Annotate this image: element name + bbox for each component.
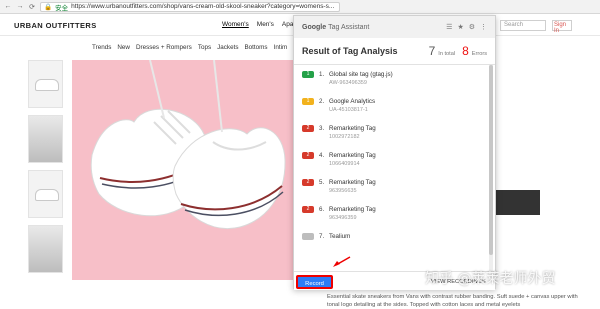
product-thumbnail[interactable] <box>28 60 63 108</box>
tag-id: 963496359 <box>329 215 357 221</box>
tag-row-remarketing[interactable]: 2 4. Remarketing Tag 1066409914 <box>294 146 491 173</box>
tag-name: Global site tag (gtag.js) <box>329 71 393 78</box>
secure-label: 安全 <box>55 4 69 12</box>
star-icon[interactable]: ★ <box>457 23 463 31</box>
site-logo[interactable]: URBAN OUTFITTERS <box>14 21 97 30</box>
tag-number: 3. <box>319 125 325 132</box>
total-label: In total <box>438 50 456 57</box>
tag-info: Remarketing Tag 1066409914 <box>329 152 376 168</box>
nav-womens[interactable]: Women's <box>222 21 249 28</box>
nav-mens[interactable]: Men's <box>257 21 274 28</box>
panel-scrollbar[interactable] <box>489 65 493 271</box>
result-title: Result of Tag Analysis <box>302 46 398 56</box>
errors-label: Errors <box>471 50 487 57</box>
browser-toolbar: ← → ⟳ 🔒 安全 https://www.urbanoutfitters.c… <box>0 0 600 14</box>
tag-status-badge: 2 <box>302 206 314 213</box>
tag-info: Tealium <box>329 233 350 241</box>
tag-status-badge: 2 <box>302 125 314 132</box>
tag-id: UA-45103817-1 <box>329 107 368 113</box>
video-thumbnail[interactable] <box>495 190 540 215</box>
tag-number: 2. <box>319 98 325 105</box>
url-text: https://www.urbanoutfitters.com/shop/van… <box>71 3 335 10</box>
tag-id: AW-963496359 <box>329 80 367 86</box>
product-thumbnail[interactable] <box>28 115 63 163</box>
tag-info: Google Analytics UA-45103817-1 <box>329 98 375 114</box>
tag-name: Remarketing Tag <box>329 206 376 213</box>
tag-number: 1. <box>319 71 325 78</box>
sign-in-button[interactable]: Sign In <box>552 20 572 34</box>
tag-status-badge: 1 <box>302 98 314 105</box>
filter-icon[interactable]: ☰ <box>446 23 452 31</box>
tag-status-badge: 2 <box>302 179 314 186</box>
tag-row-remarketing[interactable]: 2 3. Remarketing Tag 1002972182 <box>294 119 491 146</box>
watermark-text: 知乎 @莱莱老师外贸 <box>425 271 556 287</box>
panel-brand-name: Tag Assistant <box>328 23 370 31</box>
more-icon[interactable]: ⋮ <box>480 23 487 31</box>
category-item[interactable]: New <box>117 44 130 51</box>
category-item[interactable]: Bottoms <box>244 44 267 51</box>
tag-status-badge: 1 <box>302 71 314 78</box>
category-item[interactable]: Jackets <box>217 44 238 51</box>
tag-id: 963956635 <box>329 188 357 194</box>
panel-header: Google Tag Assistant ☰ ★ ⚙ ⋮ <box>294 16 495 38</box>
tag-row-global-site-tag[interactable]: 1 1. Global site tag (gtag.js) AW-963496… <box>294 65 491 92</box>
tag-row-tealium[interactable]: 7. Tealium <box>294 227 491 254</box>
panel-header-icons: ☰ ★ ⚙ ⋮ <box>446 23 495 31</box>
back-icon[interactable]: ← <box>4 3 12 11</box>
top-nav: Women's Men's Apar <box>222 21 296 28</box>
tag-name: Google Analytics <box>329 98 376 105</box>
tag-status-badge: 2 <box>302 152 314 159</box>
lock-icon: 🔒 <box>44 3 53 11</box>
tag-info: Remarketing Tag 963956635 <box>329 179 376 195</box>
result-summary: Result of Tag Analysis 7 In total 8 Erro… <box>294 38 495 65</box>
category-item[interactable]: Tops <box>198 44 211 51</box>
tag-name: Remarketing Tag <box>329 125 376 132</box>
tag-name: Remarketing Tag <box>329 152 376 159</box>
tag-info: Global site tag (gtag.js) AW-963496359 <box>329 71 393 87</box>
forward-icon[interactable]: → <box>16 3 24 11</box>
category-item[interactable]: Trends <box>92 44 111 51</box>
tag-number: 4. <box>319 152 325 159</box>
product-hero-image[interactable] <box>72 60 297 280</box>
address-bar[interactable]: 🔒 安全 https://www.urbanoutfitters.com/sho… <box>40 1 340 12</box>
tag-row-remarketing[interactable]: 2 5. Remarketing Tag 963956635 <box>294 173 491 200</box>
gear-icon[interactable]: ⚙ <box>469 23 475 31</box>
sneakers-illustration <box>90 60 286 229</box>
tag-number: 5. <box>319 179 325 186</box>
total-count: 7 <box>428 44 436 58</box>
tag-row-google-analytics[interactable]: 1 2. Google Analytics UA-45103817-1 <box>294 92 491 119</box>
reload-icon[interactable]: ⟳ <box>28 3 36 11</box>
site-search-input[interactable]: Search <box>500 20 546 31</box>
tag-name: Remarketing Tag <box>329 179 376 186</box>
error-count: 8 <box>462 44 469 58</box>
product-thumbnails <box>28 60 63 280</box>
product-thumbnail[interactable] <box>28 170 63 218</box>
panel-brand-google: Google <box>302 23 327 31</box>
tag-number: 6. <box>319 206 325 213</box>
tag-id: 1066409914 <box>329 161 360 167</box>
tag-list: 1 1. Global site tag (gtag.js) AW-963496… <box>294 65 491 271</box>
category-nav: Trends New Dresses + Rompers Tops Jacket… <box>92 44 287 51</box>
tag-status-badge <box>302 233 314 240</box>
tag-name: Tealium <box>329 233 351 240</box>
tag-info: Remarketing Tag 963496359 <box>329 206 376 222</box>
category-item[interactable]: Intim <box>274 44 288 51</box>
tag-info: Remarketing Tag 1002972182 <box>329 125 376 141</box>
tag-assistant-panel: Google Tag Assistant ☰ ★ ⚙ ⋮ Result of T… <box>293 15 496 290</box>
category-item[interactable]: Dresses + Rompers <box>136 44 192 51</box>
record-button[interactable]: Record <box>296 275 333 289</box>
browser-nav: ← → ⟳ <box>0 3 40 11</box>
annotation-arrow-icon <box>333 256 351 267</box>
product-thumbnail[interactable] <box>28 225 63 273</box>
tag-row-remarketing[interactable]: 2 6. Remarketing Tag 963496359 <box>294 200 491 227</box>
tag-number: 7. <box>319 233 325 240</box>
tag-id: 1002972182 <box>329 134 360 140</box>
